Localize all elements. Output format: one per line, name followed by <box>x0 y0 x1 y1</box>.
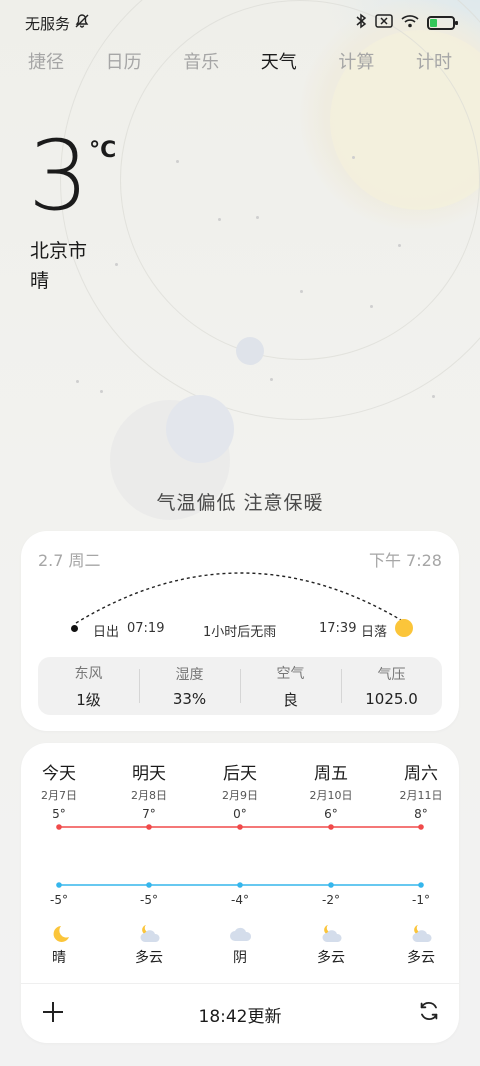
forecast-day-date: 2月9日 <box>222 789 258 802</box>
sunset-label: 日落 <box>361 625 388 640</box>
top-tabs: 捷径 日历 音乐 天气 计算 计时 <box>24 46 456 76</box>
forecast-day-name: 周五 <box>314 764 348 784</box>
metric-label: 气压 <box>377 667 406 683</box>
network-status: 无服务 <box>25 14 71 33</box>
forecast-high-temp: 8° <box>414 807 428 821</box>
temperature-value: 3 <box>28 120 89 232</box>
city-name: 北京市 <box>30 240 88 262</box>
battery-charging-icon <box>427 16 458 30</box>
forecast-condition: 多云 <box>317 950 345 966</box>
tab-calendar[interactable]: 日历 <box>102 46 146 76</box>
metric-value: 1级 <box>76 690 101 709</box>
metric-value: 良 <box>282 690 298 709</box>
forecast-high-temp: 0° <box>233 807 247 821</box>
cloud-icon <box>228 924 252 944</box>
sim-error-icon <box>375 13 393 33</box>
low-temp-point <box>237 882 243 888</box>
tab-music[interactable]: 音乐 <box>179 46 223 76</box>
forecast-day-name: 后天 <box>223 764 257 784</box>
tab-timer[interactable]: 计时 <box>412 46 456 76</box>
temperature-unit: °C <box>89 138 117 163</box>
moon-cloud-icon <box>137 924 161 944</box>
low-temp-point <box>418 882 424 888</box>
forecast-condition: 阴 <box>233 950 247 966</box>
forecast-condition: 晴 <box>52 950 66 966</box>
tab-calculator[interactable]: 计算 <box>334 46 378 76</box>
metric-pressure: 气压 1025.0 <box>341 657 442 715</box>
moon-cloud-icon <box>319 924 343 944</box>
mute-icon <box>74 13 90 33</box>
high-temp-point <box>418 824 424 830</box>
forecast-condition: 多云 <box>407 950 435 966</box>
status-bar: 无服务 <box>25 12 458 34</box>
forecast-low-temp: -5° <box>50 893 68 907</box>
forecast-card: 18:42更新 今天 2月7日 5° -5° 晴 明天 2月8日 7° -5° 多云 后天 2月9日 0… <box>21 743 459 1043</box>
weather-metrics: 东风 1级 湿度 33% 空气 良 气压 1025.0 <box>38 657 442 715</box>
low-temp-point <box>328 882 334 888</box>
current-condition: 晴 <box>30 270 50 292</box>
metric-value: 33% <box>172 690 207 708</box>
current-temperature: 3 °C <box>28 128 116 224</box>
forecast-low-temp: -2° <box>322 893 340 907</box>
forecast-day-name: 周六 <box>404 764 438 784</box>
metric-wind: 东风 1级 <box>38 657 139 715</box>
forecast-low-temp: -5° <box>140 893 158 907</box>
high-temp-point <box>146 824 152 830</box>
rain-note: 1小时后无雨 <box>203 625 277 640</box>
metric-humidity: 湿度 33% <box>139 657 240 715</box>
forecast-day: 今天 2月7日 <box>19 759 99 803</box>
forecast-low-temp: -1° <box>412 893 430 907</box>
forecast-day-date: 2月7日 <box>41 789 77 802</box>
forecast-low-temp: -4° <box>231 893 249 907</box>
low-temp-point <box>56 882 62 888</box>
metric-value: 1025.0 <box>365 690 418 708</box>
sunrise-time: 07:19 <box>127 621 165 636</box>
metric-label: 东风 <box>74 665 103 682</box>
forecast-high-temp: 7° <box>142 807 156 821</box>
moon-cloud-icon <box>409 924 433 944</box>
forecast-day-date: 2月8日 <box>131 789 167 802</box>
refresh-icon <box>420 1001 438 1021</box>
tab-shortcuts[interactable]: 捷径 <box>24 46 68 76</box>
wifi-icon <box>401 14 419 32</box>
forecast-day-name: 今天 <box>42 764 76 784</box>
forecast-high-temp: 5° <box>52 807 66 821</box>
forecast-day-name: 明天 <box>132 764 166 784</box>
moon-icon <box>47 924 71 944</box>
sunset-time: 17:39 <box>319 621 357 636</box>
low-temp-point <box>146 882 152 888</box>
high-temp-point <box>237 824 243 830</box>
sun-icon <box>395 619 413 637</box>
sun-info-card: 2.7 周二 下午 7:28 日出 07:19 1小时后无雨 17:39 日落 … <box>21 531 459 731</box>
forecast-day: 后天 2月9日 <box>200 759 280 803</box>
bluetooth-icon <box>355 13 367 33</box>
refresh-button[interactable] <box>417 999 441 1023</box>
metric-label: 空气 <box>276 665 305 682</box>
forecast-condition: 多云 <box>135 950 163 966</box>
forecast-day: 明天 2月8日 <box>109 759 189 803</box>
high-temp-point <box>328 824 334 830</box>
forecast-high-temp: 6° <box>324 807 338 821</box>
tab-weather[interactable]: 天气 <box>257 46 301 76</box>
forecast-day: 周五 2月10日 <box>291 759 371 803</box>
forecast-day-date: 2月10日 <box>309 789 353 802</box>
metric-air: 空气 良 <box>240 657 341 715</box>
forecast-day: 周六 2月11日 <box>381 759 461 803</box>
forecast-day-date: 2月11日 <box>399 789 443 802</box>
metric-label: 湿度 <box>175 667 204 683</box>
sunrise-dot <box>71 625 78 632</box>
update-time: 18:42更新 <box>198 1007 282 1027</box>
sunrise-label: 日出 <box>93 625 120 640</box>
high-temp-point <box>56 824 62 830</box>
weather-advice: 气温偏低 注意保暖 <box>156 492 324 514</box>
